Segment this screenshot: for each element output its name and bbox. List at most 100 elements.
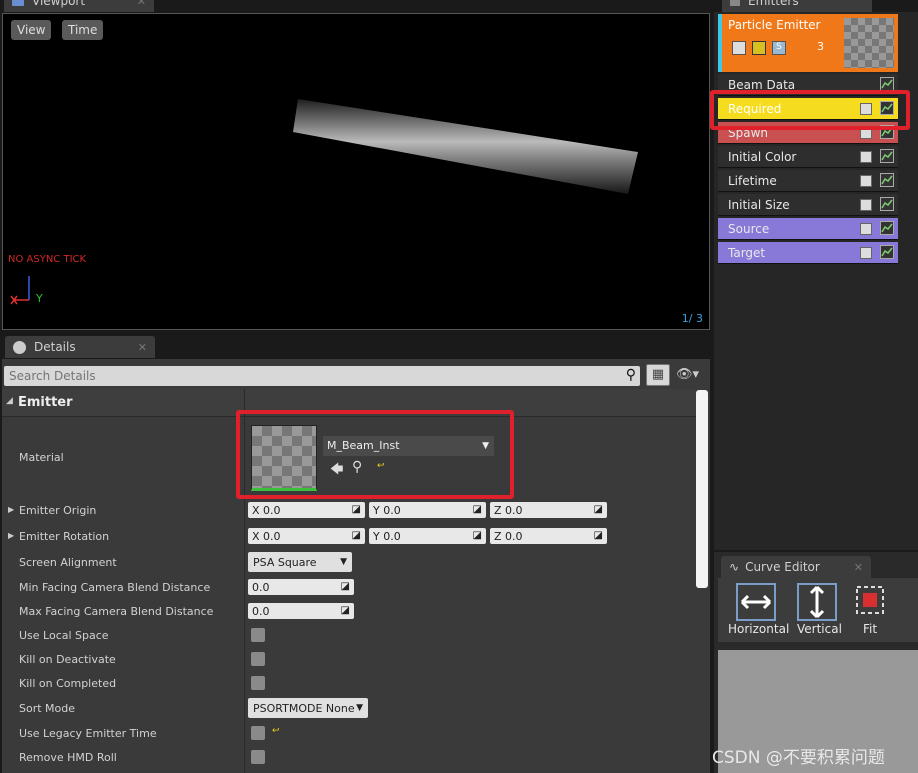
max-facing-field[interactable]: 0.0 ◪ xyxy=(248,603,354,619)
horizontal-fit-icon xyxy=(736,583,776,621)
close-icon[interactable]: ✕ xyxy=(138,341,147,354)
use-legacy-checkbox[interactable] xyxy=(251,726,265,740)
sort-mode-select[interactable]: PSORTMODE None ▼ xyxy=(248,698,368,718)
fit-button[interactable] xyxy=(850,582,892,622)
graph-icon[interactable] xyxy=(880,149,894,163)
emitter-name: Particle Emitter xyxy=(728,18,821,32)
module-row[interactable]: Initial Color xyxy=(718,146,898,168)
module-row[interactable]: Initial Size xyxy=(718,194,898,216)
emitter-count: 3 xyxy=(817,40,824,53)
expand-icon[interactable]: ▶ xyxy=(8,505,14,514)
drag-icon: ◪ xyxy=(472,530,482,541)
module-label: Lifetime xyxy=(728,173,777,188)
eye-icon[interactable]: 👁▾ xyxy=(676,367,699,382)
tab-details[interactable]: Details ✕ xyxy=(5,336,155,358)
solo-icon[interactable]: S xyxy=(772,41,786,55)
origin-y-field[interactable]: Y 0.0 ◪ xyxy=(369,502,486,518)
view-button[interactable]: View xyxy=(11,20,52,40)
use-local-space-checkbox[interactable] xyxy=(251,628,265,642)
remove-hmd-checkbox[interactable] xyxy=(251,750,265,764)
graph-icon[interactable] xyxy=(880,173,894,187)
tab-curve-editor[interactable]: ∿ Curve Editor ✕ xyxy=(721,556,871,578)
curve-editor-icon: ∿ xyxy=(729,560,740,574)
graph-icon[interactable] xyxy=(880,245,894,259)
origin-z-value: Z 0.0 xyxy=(494,503,523,517)
tab-curve-editor-label: Curve Editor xyxy=(745,560,820,574)
min-facing-value: 0.0 xyxy=(252,580,270,594)
reset-icon[interactable]: ↩ xyxy=(272,726,280,736)
chevron-down-icon: ▼ xyxy=(340,557,347,567)
expand-icon[interactable]: ▶ xyxy=(8,531,14,540)
drag-icon: ◪ xyxy=(593,504,603,515)
rotation-x-field[interactable]: X 0.0 ◪ xyxy=(248,528,365,544)
fit-icon xyxy=(856,586,884,614)
tab-emitters[interactable]: Emitters xyxy=(722,0,872,12)
module-enable-checkbox[interactable] xyxy=(860,151,872,163)
collapse-icon: ◢ xyxy=(6,396,13,406)
module-row[interactable]: Target xyxy=(718,242,898,264)
kill-on-deactivate-label: Kill on Deactivate xyxy=(19,653,116,666)
async-warning: NO ASYNC TICK xyxy=(8,254,87,265)
horizontal-label: Horizontal xyxy=(728,622,790,636)
rotation-y-field[interactable]: Y 0.0 ◪ xyxy=(369,528,486,544)
emitter-counter: 1/ 3 xyxy=(681,312,703,325)
screen-alignment-label: Screen Alignment xyxy=(19,556,117,569)
emitters-icon xyxy=(730,0,740,6)
emitter-header[interactable]: Particle Emitter S 3 xyxy=(718,14,898,72)
highlight-box-material xyxy=(236,410,514,499)
beam-preview xyxy=(293,99,638,194)
module-row[interactable]: Source xyxy=(718,218,898,240)
tab-emitters-label: Emitters xyxy=(748,0,799,8)
rotation-z-field[interactable]: Z 0.0 ◪ xyxy=(490,528,607,544)
drag-icon: ◪ xyxy=(351,504,361,515)
module-row[interactable]: Lifetime xyxy=(718,170,898,192)
vertical-button[interactable] xyxy=(796,582,838,622)
close-icon[interactable]: ✕ xyxy=(854,561,863,574)
module-enable-checkbox[interactable] xyxy=(860,175,872,187)
grid-view-icon[interactable]: ▦ xyxy=(646,364,670,386)
module-enable-checkbox[interactable] xyxy=(860,199,872,211)
graph-icon[interactable] xyxy=(880,77,894,91)
emitter-rotation-label: Emitter Rotation xyxy=(19,530,110,543)
graph-icon[interactable] xyxy=(880,197,894,211)
vertical-fit-icon xyxy=(797,583,837,621)
use-legacy-label: Use Legacy Emitter Time xyxy=(19,727,157,740)
sort-mode-value: PSORTMODE None xyxy=(253,701,355,715)
emitter-origin-label: Emitter Origin xyxy=(19,504,97,517)
enable-checkbox-icon[interactable] xyxy=(732,41,746,55)
render-mode-icon[interactable] xyxy=(752,41,766,55)
details-panel: ⚲ ▦ 👁▾ ◢ Emitter Material M_Beam_Inst ▼ … xyxy=(2,359,710,773)
tab-viewport-label: Viewport xyxy=(32,0,86,8)
sort-mode-label: Sort Mode xyxy=(19,702,76,715)
details-icon xyxy=(13,340,26,354)
search-bar: ⚲ xyxy=(4,366,640,386)
tab-viewport[interactable]: Viewport ✕ xyxy=(4,0,154,12)
rotation-y-value: Y 0.0 xyxy=(373,529,401,543)
min-facing-field[interactable]: 0.0 ◪ xyxy=(248,579,354,595)
search-input[interactable] xyxy=(4,366,614,386)
scrollbar[interactable] xyxy=(696,390,708,588)
chevron-down-icon: ▼ xyxy=(356,703,363,713)
kill-on-deactivate-checkbox[interactable] xyxy=(251,652,265,666)
module-label: Initial Size xyxy=(728,197,790,212)
kill-on-completed-checkbox[interactable] xyxy=(251,676,265,690)
origin-x-field[interactable]: X 0.0 ◪ xyxy=(248,502,365,518)
screen-alignment-value: PSA Square xyxy=(253,555,317,569)
graph-icon[interactable] xyxy=(880,221,894,235)
viewport-canvas[interactable]: View Time NO ASYNC TICK Y 1/ 3 xyxy=(2,13,710,330)
module-enable-checkbox[interactable] xyxy=(860,247,872,259)
horizontal-button[interactable] xyxy=(735,582,777,622)
emitter-thumbnail xyxy=(844,18,894,68)
drag-icon: ◪ xyxy=(351,530,361,541)
module-enable-checkbox[interactable] xyxy=(860,223,872,235)
fit-label: Fit xyxy=(863,622,878,636)
viewport-icon xyxy=(12,0,24,6)
time-button[interactable]: Time xyxy=(62,20,104,40)
origin-z-field[interactable]: Z 0.0 ◪ xyxy=(490,502,607,518)
section-title: Emitter xyxy=(18,395,73,410)
highlight-box-required xyxy=(710,90,910,130)
watermark: CSDN @不要积累问题 xyxy=(712,748,885,768)
screen-alignment-select[interactable]: PSA Square ▼ xyxy=(248,552,352,572)
search-icon[interactable]: ⚲ xyxy=(626,367,636,383)
close-icon[interactable]: ✕ xyxy=(137,0,146,8)
